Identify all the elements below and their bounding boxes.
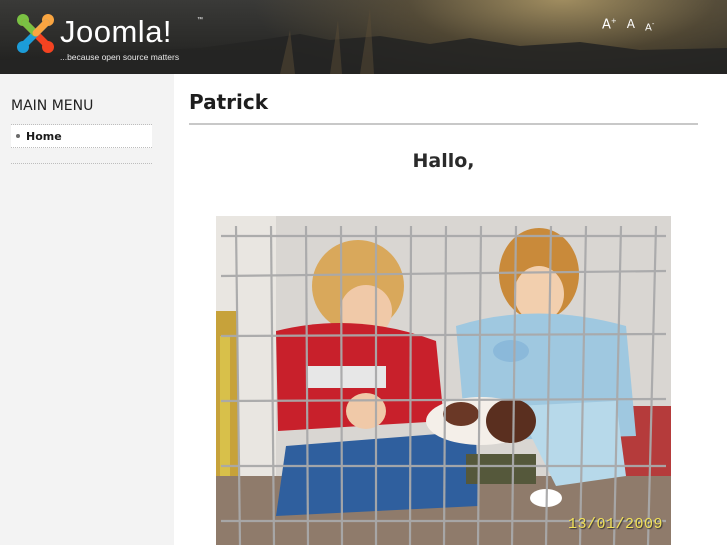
page-title: Patrick [189, 90, 269, 114]
joomla-logo-icon [17, 14, 54, 53]
menu-item-label: Home [26, 129, 62, 143]
photo-date-stamp: 13/01/2009 [567, 516, 663, 533]
logo-tagline: ...because open source matters [60, 52, 180, 62]
font-smaller-button[interactable]: A- [645, 20, 654, 33]
font-size-controls: A+ A A- [602, 17, 654, 33]
bullet-icon [16, 134, 20, 138]
menu-divider [11, 163, 152, 164]
font-smaller-label: A [645, 22, 652, 34]
photo-scene [216, 216, 671, 545]
font-reset-button[interactable]: A [627, 17, 635, 33]
title-divider [189, 123, 698, 125]
logo-trademark: ™ [197, 17, 203, 23]
main-menu-title: MAIN MENU [11, 98, 94, 114]
font-smaller-sup: - [651, 20, 655, 28]
font-bigger-button[interactable]: A+ [602, 17, 617, 33]
logo-wordmark: Joomla! [60, 14, 173, 49]
article-photo: 13/01/2009 [216, 216, 671, 545]
article-greeting: Hallo, [412, 150, 475, 172]
main-menu: Home [11, 124, 152, 148]
font-bigger-sup: + [610, 17, 617, 25]
font-bigger-label: A [602, 17, 611, 33]
menu-item-home[interactable]: Home [11, 125, 152, 148]
site-header: Joomla! ™ ...because open source matters… [0, 0, 727, 74]
